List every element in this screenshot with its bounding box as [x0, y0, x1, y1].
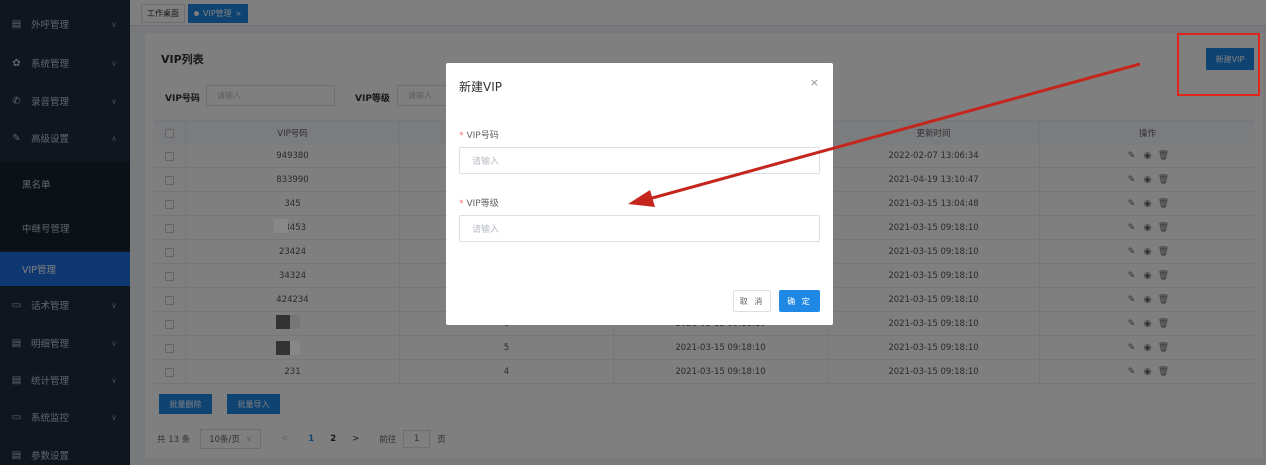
redaction-block	[290, 315, 300, 329]
required-mark: *	[459, 131, 464, 141]
redaction-block	[276, 341, 290, 355]
vip-number-label: * VIP号码	[459, 128, 499, 141]
vip-level-label-text: VIP等级	[466, 199, 499, 209]
vip-number-input[interactable]: 请输入	[459, 147, 820, 174]
dialog-title: 新建VIP	[459, 80, 502, 94]
vip-number-label-text: VIP号码	[466, 131, 499, 141]
new-vip-dialog: 新建VIP × * VIP号码 请输入 * VIP等级 请输入 取 消 确 定	[446, 63, 833, 325]
required-mark: *	[459, 199, 464, 209]
vip-level-input[interactable]: 请输入	[459, 215, 820, 242]
redaction-block	[276, 315, 290, 329]
close-icon[interactable]: ×	[810, 76, 819, 89]
confirm-button[interactable]: 确 定	[779, 290, 820, 312]
cancel-button[interactable]: 取 消	[733, 290, 771, 312]
redaction-block	[274, 219, 288, 233]
redaction-block	[290, 341, 300, 355]
vip-level-label: * VIP等级	[459, 196, 499, 209]
annotation-highlight-box	[1177, 33, 1260, 96]
